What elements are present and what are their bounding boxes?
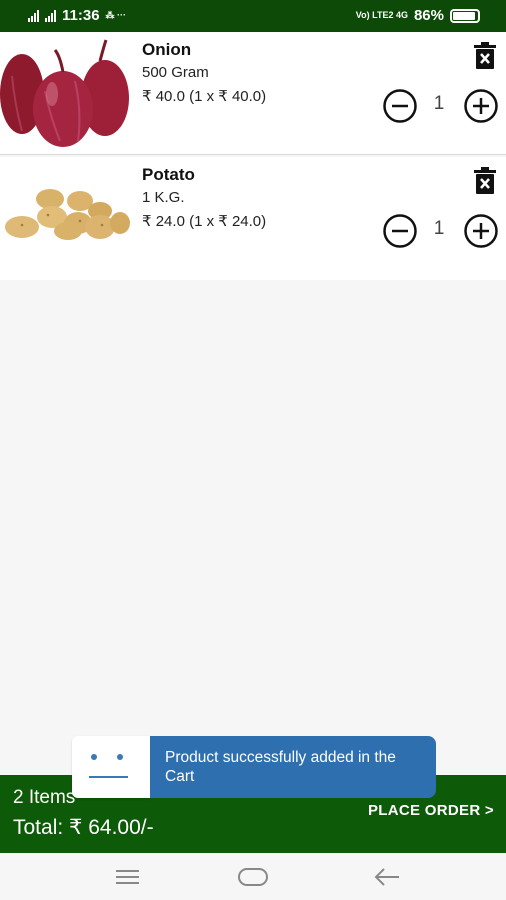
item-name: Onion [142,40,192,59]
item-unit: 500 Gram [142,64,209,81]
face-icon [89,754,128,778]
minus-icon[interactable] [382,213,418,249]
item-price: ₹ 40.0 (1 x ₹ 40.0) [142,88,267,105]
battery-percent: 86% [413,7,444,24]
status-left: 11:36 ⁂ ··· [28,7,126,24]
item-unit: 1 K.G. [142,189,185,206]
home-icon[interactable] [233,863,273,891]
menu-icon[interactable] [107,863,147,891]
signal-icon [45,9,56,22]
item-price: ₹ 24.0 (1 x ₹ 24.0) [142,213,267,230]
status-extra: ⁂ ··· [105,10,127,20]
status-right: Vo) LTE2 4G 86% [356,7,480,24]
minus-icon[interactable] [382,88,418,124]
toast-message: Product successfully added in the Cart [150,736,436,798]
battery-icon [450,8,480,23]
delete-icon[interactable] [472,42,498,70]
potato-image [5,189,130,240]
cart-item: Potato 1 K.G. ₹ 24.0 (1 x ₹ 24.0) 1 [0,157,506,280]
item-name: Potato [142,165,195,184]
plus-icon[interactable] [463,88,499,124]
place-order-button[interactable]: PLACE ORDER > [368,802,494,819]
signal-icon [28,9,39,22]
back-icon[interactable] [367,863,407,891]
status-time: 11:36 [62,7,100,24]
network-indicator: Vo) LTE2 4G [355,10,408,20]
toast-app-icon [72,736,150,798]
quantity-value: 1 [433,218,445,239]
cart-total: Total: ₹ 64.00/- [13,816,154,839]
onion-image [0,39,129,147]
system-nav-bar [0,853,506,900]
delete-icon[interactable] [472,167,498,195]
plus-icon[interactable] [463,213,499,249]
cart-item: Onion 500 Gram ₹ 40.0 (1 x ₹ 40.0) 1 [0,32,506,155]
items-count: 2 Items [13,787,76,808]
status-bar: 11:36 ⁂ ··· Vo) LTE2 4G 86% [0,0,506,32]
quantity-value: 1 [433,93,445,114]
